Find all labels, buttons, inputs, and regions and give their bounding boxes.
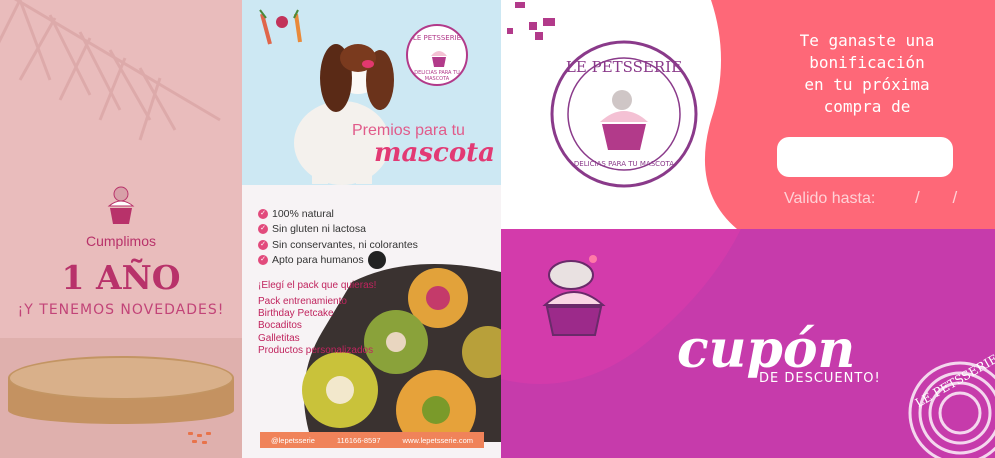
feature-label: Sin gluten ni lactosa [272,223,366,236]
product-flyer-panel: LE PETSSERIE DELICIAS PARA TU MASCOTA Pr… [242,0,501,458]
watermark-seal: LE PETSSERIE [908,352,995,458]
bonus-line: bonificación [809,53,925,72]
coupon-front-panel: LE PETSSERIE DELICIAS PARA TU MASCOTA Te… [501,0,995,229]
brand-seal: LE PETSSERIE DELICIAS PARA TU MASCOTA [550,40,698,188]
list-item: Bocaditos [258,320,302,332]
list-item: Pack entrenamiento [258,296,347,307]
badge-subtitle: DELICIAS PARA TU MASCOTA [414,70,460,82]
seal-subtitle: DELICIAS PARA TU MASCOTA [574,160,674,168]
wood-pedestal-top [8,356,234,400]
seal-title: LE PETSSERIE [566,58,682,76]
website-link: www.lepetsserie.com [402,435,473,445]
decor-dashes [188,432,211,444]
date-field[interactable]: / / [915,188,971,208]
feature-label: Sin conservantes, ni colorantes [272,238,418,251]
bonus-message: Te ganaste una bonificación en tu próxim… [767,30,967,118]
bonus-line: Te ganaste una [799,31,935,50]
collage: Cumplimos 1 AÑO ¡Y TENEMOS NOVEDADES! LE… [0,0,995,458]
instagram-handle: @lepetsserie [271,435,315,445]
contact-footer: @lepetsserie 116166-8597 www.lepetsserie… [260,432,484,448]
cupcake-logo-icon [542,255,606,336]
one-year-heading: 1 AÑO [61,258,181,297]
bonus-line: en tu próxima [804,75,930,94]
list-item: ✓ Sin gluten ni lactosa [258,222,418,238]
bonus-line: compra de [823,97,911,116]
valid-until-label: Valido hasta: [784,190,876,207]
news-subtitle: ¡Y TENEMOS NOVEDADES! [17,302,225,318]
phone-number: 116166-8597 [336,435,381,445]
anniversary-panel: Cumplimos 1 AÑO ¡Y TENEMOS NOVEDADES! [0,0,242,458]
choose-pack-text: ¡Elegí el pack que quieras! [258,280,377,291]
feature-label: 100% natural [272,207,334,220]
check-icon: ✓ [258,239,268,250]
list-item: Galletitas [258,332,300,344]
feature-list: ✓ 100% natural ✓ Sin gluten ni lactosa ✓ Si… [258,206,418,270]
check-icon: ✓ [258,224,268,235]
check-icon: ✓ [258,208,268,219]
list-item: ✓ Sin conservantes, ni colorantes [258,237,418,253]
mascota-heading: mascota [374,138,496,168]
brand-badge: LE PETSSERIE DELICIAS PARA TU MASCOTA [406,24,468,86]
list-item: ✓ 100% natural [258,206,418,222]
list-item: Birthday Petcake [258,308,334,320]
badge-title: LE PETSSERIE [412,34,462,42]
pack-list: Pack entrenamiento Birthday Petcake Boca… [258,296,373,357]
amount-field[interactable] [777,137,953,177]
cupcake-logo-icon [107,186,135,224]
check-icon: ✓ [258,255,268,266]
list-item: Productos personalizados [258,344,374,356]
cupcake-icon [431,51,447,67]
cumplimos-text: Cumplimos [85,233,156,249]
discount-subtitle: DE DESCUENTO! [759,371,881,386]
coupon-back-panel: cupón DE DESCUENTO! LE PETSSERIE [501,229,995,458]
